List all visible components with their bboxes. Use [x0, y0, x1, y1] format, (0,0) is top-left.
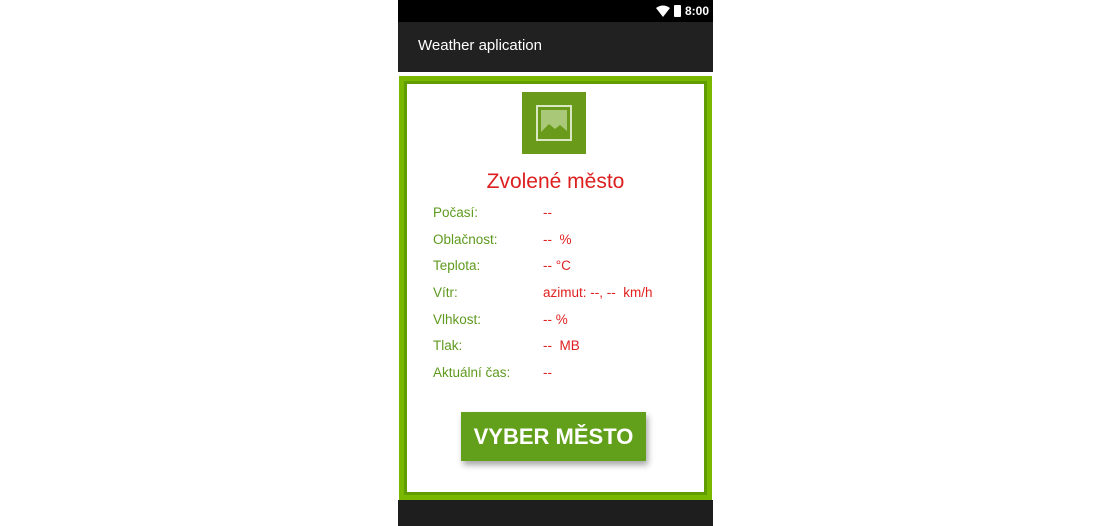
label-weather: Počasí:	[433, 205, 479, 220]
weather-details: Počasí: -- Oblačnost: -- % Teplota: -- °…	[433, 205, 703, 392]
status-time: 8:00	[684, 4, 709, 18]
value-pressure: -- MB	[543, 338, 580, 354]
row-pressure: Tlak: -- MB	[433, 338, 703, 365]
value-temperature: -- °C	[543, 258, 571, 274]
status-icons: 8:00	[655, 3, 709, 19]
label-cloudiness: Oblačnost:	[433, 231, 498, 247]
battery-icon	[673, 5, 681, 17]
main-content: Zvolené město Počasí: -- Oblačnost: -- %…	[398, 72, 713, 500]
label-pressure: Tlak:	[433, 338, 463, 354]
city-title: Zvolené město	[486, 170, 625, 193]
phone-screen: 8:00 Weather aplication Zvolené město Po…	[398, 0, 713, 526]
row-cloudiness: Oblačnost: -- %	[433, 232, 703, 259]
card-frame: Zvolené město Počasí: -- Oblačnost: -- %…	[399, 76, 712, 500]
navigation-bar	[398, 500, 713, 526]
image-placeholder-icon	[536, 105, 572, 141]
row-humidity: Vlhkost: -- %	[433, 312, 703, 339]
value-current-time: --	[543, 365, 552, 381]
label-temperature: Teplota:	[433, 258, 481, 274]
row-weather: Počasí: --	[433, 205, 703, 232]
label-humidity: Vlhkost:	[433, 311, 482, 327]
row-temperature: Teplota: -- °C	[433, 258, 703, 285]
label-wind: Vítr:	[433, 285, 458, 301]
app-title: Weather aplication	[418, 37, 542, 54]
row-current-time: Aktuální čas: --	[433, 365, 703, 392]
image-placeholder	[522, 92, 586, 154]
status-bar: 8:00	[398, 0, 713, 22]
row-wind: Vítr: azimut: --, -- km/h	[433, 285, 703, 312]
value-cloudiness: -- %	[543, 231, 572, 247]
value-humidity: -- %	[543, 311, 568, 327]
label-current-time: Aktuální čas:	[433, 365, 511, 381]
value-wind: azimut: --, -- km/h	[543, 285, 653, 301]
app-bar: Weather aplication	[398, 22, 713, 72]
value-weather: --	[543, 205, 552, 220]
choose-city-button[interactable]: VYBER MĚSTO	[461, 412, 646, 461]
weather-card: Zvolené město Počasí: -- Oblačnost: -- %…	[407, 84, 704, 492]
wifi-icon	[655, 5, 670, 17]
